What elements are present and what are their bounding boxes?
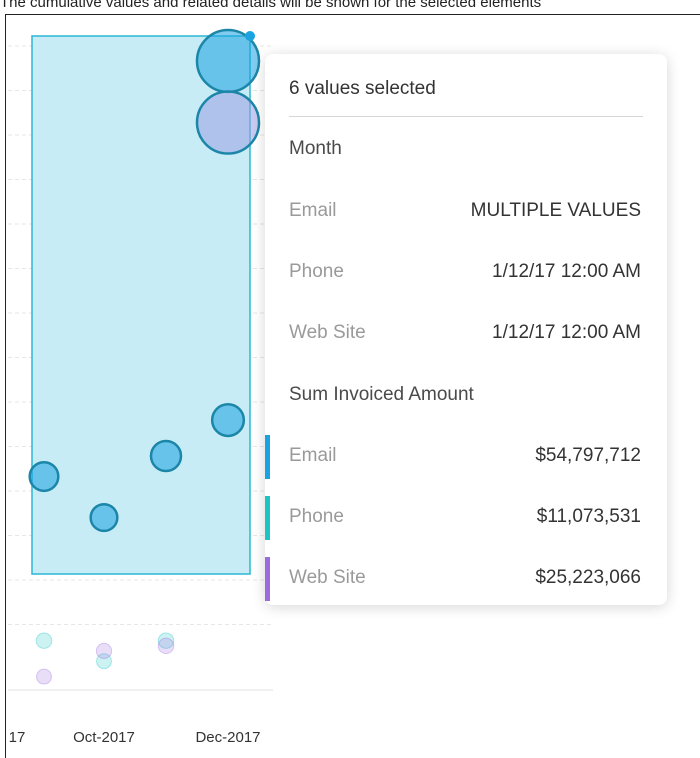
month-row-email: Email MULTIPLE VALUES	[265, 200, 667, 230]
data-point-unselected	[35, 632, 53, 649]
sum-row-web-site: Web Site $25,223,066	[265, 557, 667, 601]
row-value: $25,223,066	[535, 567, 641, 588]
phone-color-swatch	[265, 496, 270, 540]
data-point-unselected	[157, 637, 175, 655]
email-color-swatch	[265, 435, 270, 479]
month-section-header: Month	[289, 138, 342, 159]
row-label: Email	[289, 445, 337, 466]
row-value: $11,073,531	[536, 506, 641, 527]
data-point-selected	[195, 90, 261, 155]
row-value: MULTIPLE VALUES	[470, 200, 641, 221]
data-point-selected	[210, 403, 246, 438]
row-value: 1/12/17 12:00 AM	[492, 261, 641, 282]
data-point-selected	[89, 503, 119, 533]
data-point-selected	[28, 460, 60, 493]
row-label: Web Site	[289, 567, 366, 588]
data-point-unselected	[36, 668, 52, 685]
month-row-web-site: Web Site 1/12/17 12:00 AM	[265, 322, 667, 352]
row-value: $54,797,712	[535, 445, 641, 466]
month-row-phone: Phone 1/12/17 12:00 AM	[265, 261, 667, 291]
selection-handle	[245, 31, 255, 41]
tooltip-divider	[289, 116, 643, 117]
sum-row-phone: Phone $11,073,531	[265, 496, 667, 540]
x-axis: 17 Oct-2017 Dec-2017	[9, 729, 261, 746]
row-label: Web Site	[289, 322, 366, 343]
row-label: Phone	[289, 506, 344, 527]
sum-row-email: Email $54,797,712	[265, 435, 667, 479]
row-value: 1/12/17 12:00 AM	[492, 322, 641, 343]
sum-section-header: Sum Invoiced Amount	[289, 384, 474, 405]
selection-tooltip: 6 values selected Month Email MULTIPLE V…	[265, 54, 667, 605]
data-point-unselected	[95, 642, 113, 660]
web-site-color-swatch	[265, 557, 270, 601]
row-label: Phone	[289, 261, 344, 282]
x-tick-label: Oct-2017	[73, 729, 135, 746]
x-tick-label: 17	[9, 729, 26, 746]
x-tick-label: Dec-2017	[195, 729, 260, 746]
data-point-selected	[149, 439, 183, 473]
row-label: Email	[289, 200, 337, 221]
tooltip-title: 6 values selected	[289, 78, 436, 99]
